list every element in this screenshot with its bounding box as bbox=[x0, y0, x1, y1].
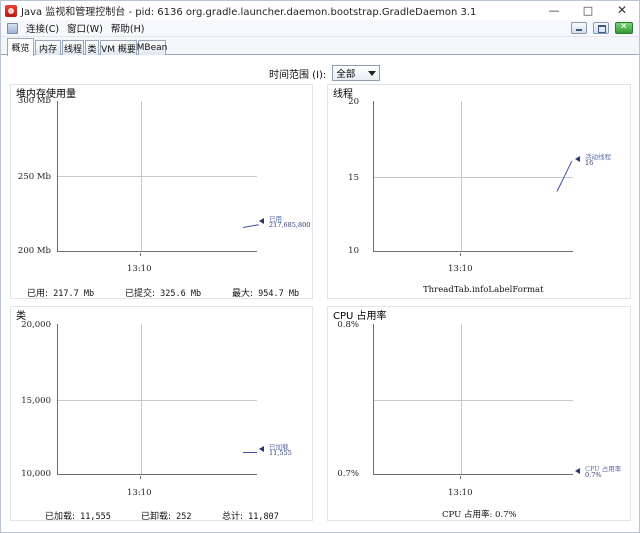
grid-line bbox=[461, 324, 462, 474]
x-tick-mark bbox=[460, 253, 461, 256]
stat-value: 252 bbox=[176, 512, 192, 522]
maximize-button[interactable]: □ bbox=[577, 2, 599, 18]
window-controls: — □ ✕ bbox=[543, 2, 633, 18]
frame-restore-button[interactable] bbox=[593, 22, 609, 34]
console-window: Java 监视和管理控制台 - pid: 6136 org.gradle.lau… bbox=[0, 0, 640, 533]
legend-value: 16 bbox=[585, 159, 594, 167]
menu-bar: 连接(C) 窗口(W) 帮助(H) bbox=[1, 20, 639, 37]
classes-stat-total: 总计: 11,807 bbox=[222, 509, 279, 522]
cpu-footer-label: CPU 占用率: 0.7% bbox=[442, 510, 517, 520]
stat-label: 已用: bbox=[27, 289, 49, 299]
y-tick-label: 0.7% bbox=[337, 469, 359, 479]
y-tick-label: 15,000 bbox=[21, 396, 51, 406]
threads-plot bbox=[373, 101, 573, 252]
grid-line bbox=[461, 101, 462, 251]
minimize-button[interactable]: — bbox=[543, 2, 565, 18]
title-bar: Java 监视和管理控制台 - pid: 6136 org.gradle.lau… bbox=[1, 1, 639, 20]
x-tick-label: 13:10 bbox=[448, 488, 473, 498]
tab-threads[interactable]: 线程 bbox=[62, 40, 84, 55]
y-tick-label: 20 bbox=[348, 97, 359, 107]
legend-value: 0.7% bbox=[585, 471, 602, 479]
y-tick-label: 0.8% bbox=[337, 320, 359, 330]
stat-label: 最大: bbox=[232, 289, 254, 299]
stat-value: 325.6 Mb bbox=[160, 289, 202, 299]
tab-overview[interactable]: 概览 bbox=[7, 38, 34, 56]
chevron-down-icon bbox=[368, 71, 377, 76]
heap-stat-committed: 已提交: 325.6 Mb bbox=[125, 286, 201, 299]
tab-classes[interactable]: 类 bbox=[85, 40, 99, 55]
tab-memory[interactable]: 内存 bbox=[35, 40, 61, 55]
stat-value: 11,807 bbox=[248, 512, 279, 522]
time-range-value: 全部 bbox=[336, 69, 356, 80]
stat-label: 已卸载: bbox=[141, 512, 172, 522]
y-tick-label: 10 bbox=[348, 246, 359, 256]
frame-minimize-button[interactable] bbox=[571, 22, 587, 34]
x-tick-label: 13:10 bbox=[448, 264, 473, 274]
time-range-label: 时间范围 (I): bbox=[269, 69, 327, 81]
menu-help[interactable]: 帮助(H) bbox=[107, 21, 149, 35]
x-tick-label: 13:10 bbox=[127, 264, 152, 274]
y-tick-label: 250 Mb bbox=[17, 172, 51, 182]
cpu-usage-plot bbox=[373, 324, 573, 475]
x-tick-mark bbox=[460, 476, 461, 479]
threads-footer-label: ThreadTab.infoLabelFormat bbox=[423, 285, 544, 295]
tab-bar: 概览 内存 线程 类 VM 概要 MBean bbox=[1, 38, 639, 56]
legend-arrow-icon bbox=[259, 218, 264, 224]
menu-window[interactable]: 窗口(W) bbox=[63, 21, 107, 35]
x-tick-label: 13:10 bbox=[127, 488, 152, 498]
heap-memory-plot bbox=[57, 101, 259, 252]
stat-label: 总计: bbox=[222, 512, 244, 522]
tab-vm-summary[interactable]: VM 概要 bbox=[100, 40, 137, 55]
legend-arrow-icon bbox=[575, 468, 580, 474]
y-tick-label: 20,000 bbox=[21, 320, 51, 330]
loaded-classes-series-line bbox=[243, 452, 257, 453]
heap-stat-max: 最大: 954.7 Mb bbox=[232, 286, 299, 299]
legend-arrow-icon bbox=[259, 446, 264, 452]
time-range-control: 时间范围 (I): 全部 bbox=[269, 65, 381, 81]
grid-line bbox=[374, 400, 573, 401]
y-tick-label: 10,000 bbox=[21, 469, 51, 479]
java-app-icon bbox=[5, 4, 17, 17]
classes-stat-unloaded: 已卸载: 252 bbox=[141, 509, 192, 522]
window-title: Java 监视和管理控制台 - pid: 6136 org.gradle.lau… bbox=[21, 7, 477, 18]
stat-value: 954.7 Mb bbox=[258, 289, 300, 299]
classes-stat-loaded: 已加载: 11,555 bbox=[45, 509, 111, 522]
stat-label: 已提交: bbox=[125, 289, 156, 299]
y-tick-label: 15 bbox=[348, 173, 359, 183]
classes-plot bbox=[57, 324, 257, 475]
heap-stat-used: 已用: 217.7 Mb bbox=[27, 286, 94, 299]
stat-label: 已加载: bbox=[45, 512, 76, 522]
connection-icon bbox=[7, 22, 18, 34]
tab-mbean[interactable]: MBean bbox=[137, 40, 167, 55]
close-button[interactable]: ✕ bbox=[611, 2, 633, 18]
legend-value: 11,555 bbox=[269, 449, 292, 457]
y-tick-label: 300 Mb bbox=[17, 96, 51, 106]
grid-line bbox=[58, 400, 257, 401]
legend-arrow-icon bbox=[575, 156, 580, 162]
stat-value: 11,555 bbox=[80, 512, 111, 522]
heap-used-series-line bbox=[242, 224, 259, 228]
time-range-select[interactable]: 全部 bbox=[332, 65, 381, 81]
x-tick-mark bbox=[140, 253, 141, 256]
legend-value: 217,685,800 bbox=[269, 221, 311, 229]
menu-connection[interactable]: 连接(C) bbox=[22, 21, 63, 35]
internal-frame-controls bbox=[571, 22, 633, 34]
grid-line bbox=[58, 176, 257, 177]
grid-line bbox=[141, 324, 142, 474]
frame-close-button[interactable] bbox=[615, 22, 633, 34]
stat-value: 217.7 Mb bbox=[53, 289, 95, 299]
x-tick-mark bbox=[140, 476, 141, 479]
grid-line bbox=[374, 177, 573, 178]
y-tick-label: 200 Mb bbox=[17, 246, 51, 256]
